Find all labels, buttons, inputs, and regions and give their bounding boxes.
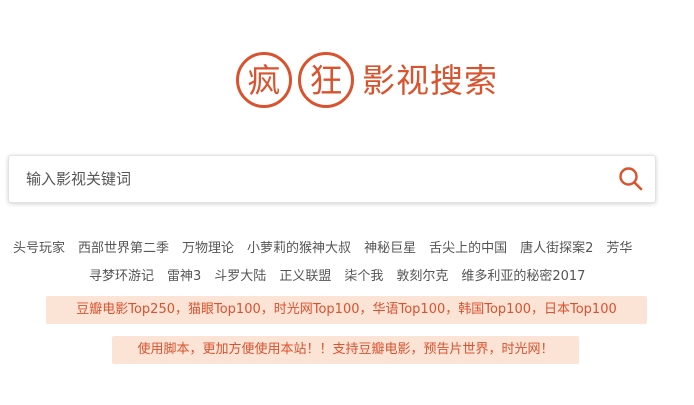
keyword-link[interactable]: 敦刻尔克 bbox=[396, 265, 448, 284]
search-box bbox=[8, 155, 656, 203]
keyword-link[interactable]: 小萝莉的猴神大叔 bbox=[247, 237, 351, 256]
keyword-link[interactable]: 雷神3 bbox=[167, 265, 201, 284]
keyword-link[interactable]: 唐人街探案2 bbox=[520, 237, 593, 256]
keyword-link[interactable]: 正义联盟 bbox=[279, 265, 331, 284]
hot-keywords: 头号玩家 西部世界第二季 万物理论 小萝莉的猴神大叔 神秘巨星 舌尖上的中国 唐… bbox=[0, 234, 694, 286]
keyword-link[interactable]: 柒个我 bbox=[344, 265, 383, 284]
script-tip-notice[interactable]: 使用脚本，更加方便使用本站！！支持豆瓣电影，预告片世界，时光网！ bbox=[112, 336, 579, 364]
keyword-link[interactable]: 寻梦环游记 bbox=[89, 265, 154, 284]
search-input[interactable] bbox=[9, 156, 599, 202]
keyword-link[interactable]: 芳华 bbox=[606, 237, 632, 256]
logo-inner: 疯 狂 影视搜索 bbox=[236, 52, 498, 108]
page: 疯 狂 影视搜索 头号玩家 西部世界第二季 万物理论 小萝莉的猴神大叔 神秘巨星… bbox=[0, 0, 694, 405]
site-logo[interactable]: 疯 狂 影视搜索 bbox=[0, 52, 694, 108]
hot-keywords-row-2: 寻梦环游记 雷神3 斗罗大陆 正义联盟 柒个我 敦刻尔克 维多利亚的秘密2017 bbox=[0, 262, 694, 286]
search-button[interactable] bbox=[613, 161, 649, 197]
keyword-link[interactable]: 斗罗大陆 bbox=[214, 265, 266, 284]
keyword-link[interactable]: 维多利亚的秘密2017 bbox=[461, 265, 585, 284]
keyword-link[interactable]: 神秘巨星 bbox=[364, 237, 416, 256]
logo-char-1: 疯 bbox=[247, 60, 281, 100]
logo-circle-kuang: 狂 bbox=[298, 52, 354, 108]
logo-text: 影视搜索 bbox=[362, 60, 498, 100]
keyword-link[interactable]: 舌尖上的中国 bbox=[429, 237, 507, 256]
keyword-link[interactable]: 头号玩家 bbox=[13, 237, 65, 256]
keyword-link[interactable]: 西部世界第二季 bbox=[78, 237, 169, 256]
logo-char-2: 狂 bbox=[309, 60, 343, 100]
keyword-link[interactable]: 万物理论 bbox=[182, 237, 234, 256]
search-icon bbox=[619, 167, 643, 191]
hot-keywords-row-1: 头号玩家 西部世界第二季 万物理论 小萝莉的猴神大叔 神秘巨星 舌尖上的中国 唐… bbox=[0, 234, 694, 258]
logo-circle-feng: 疯 bbox=[236, 52, 292, 108]
top-lists-notice[interactable]: 豆瓣电影Top250，猫眼Top100，时光网Top100，华语Top100，韩… bbox=[46, 296, 647, 324]
